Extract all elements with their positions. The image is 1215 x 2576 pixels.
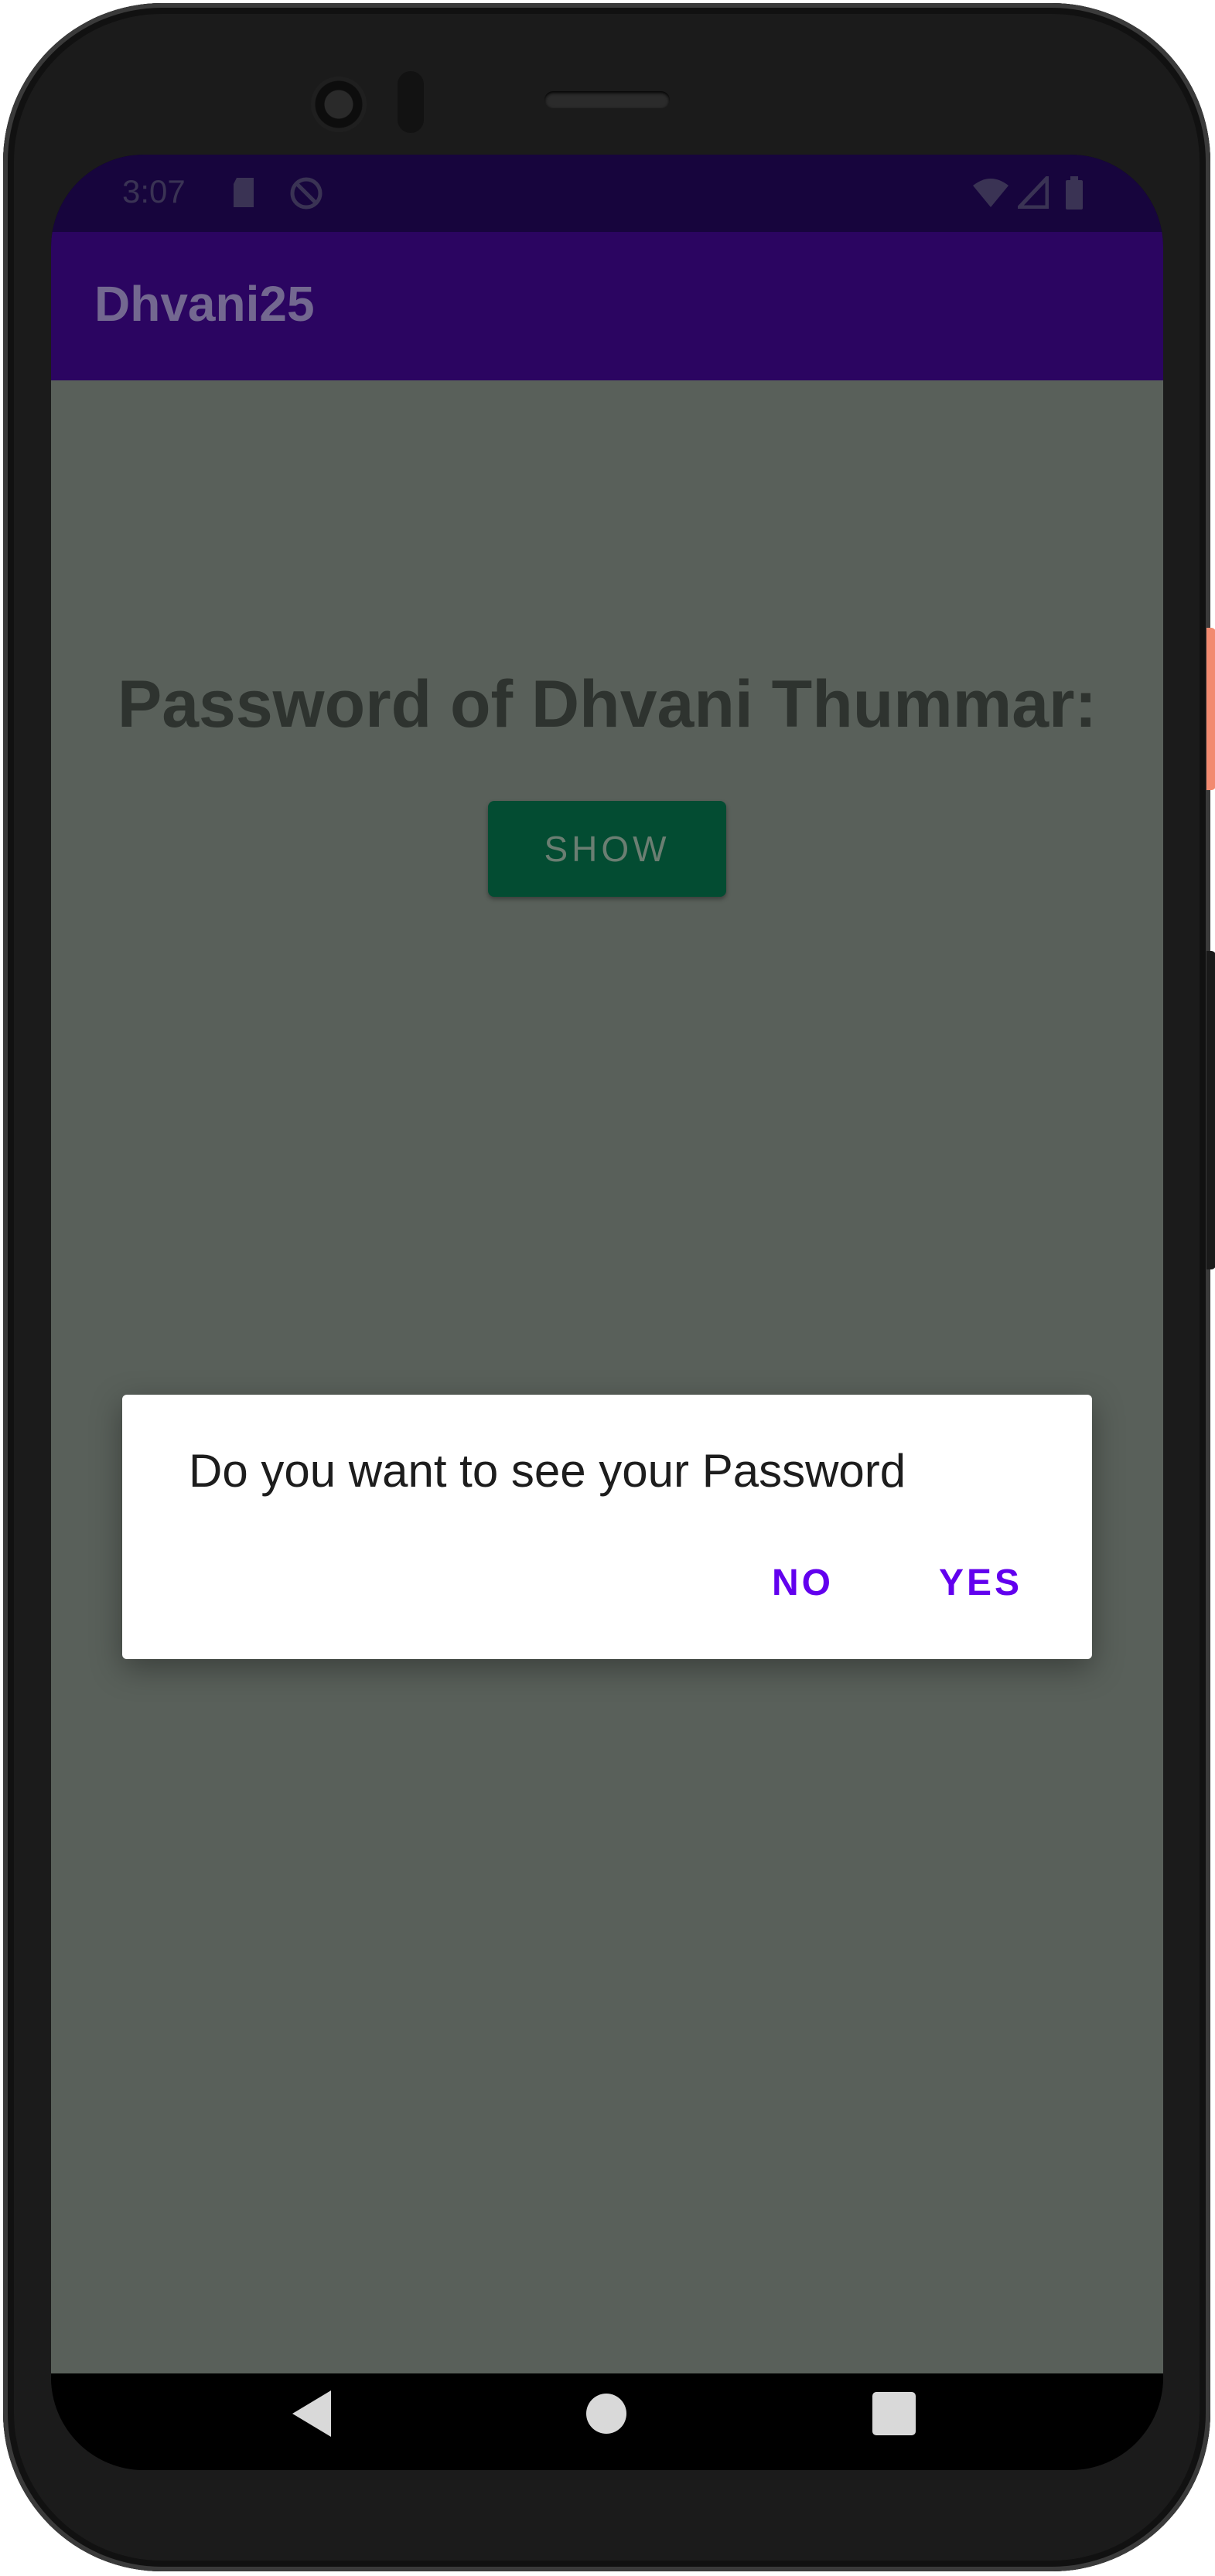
app-bar: Dhvani25: [51, 232, 1163, 380]
status-bar: 3:07: [51, 155, 1163, 232]
wifi-icon: [971, 176, 1010, 209]
volume-button[interactable]: [1206, 951, 1215, 1269]
battery-icon: [1064, 176, 1084, 210]
home-icon[interactable]: [586, 2394, 626, 2434]
recents-icon[interactable]: [872, 2392, 916, 2435]
password-heading: Password of Dhvani Thummar:: [117, 667, 1097, 741]
screen: 3:07 Dhvani25 Password of Dhvani Thummar…: [51, 155, 1163, 2470]
do-not-disturb-icon: [289, 176, 323, 210]
status-time: 3:07: [122, 173, 186, 210]
back-icon[interactable]: [292, 2390, 331, 2437]
front-camera-icon: [311, 77, 367, 132]
navigation-bar: [51, 2373, 1163, 2470]
dialog-message: Do you want to see your Password: [189, 1445, 906, 1497]
earpiece-speaker: [544, 91, 670, 108]
phone-frame: 3:07 Dhvani25 Password of Dhvani Thummar…: [3, 3, 1215, 2571]
dialog-yes-button[interactable]: YES: [939, 1552, 1022, 1614]
cell-signal-icon: [1015, 172, 1049, 210]
confirm-dialog: Do you want to see your Password NO YES: [122, 1395, 1092, 1659]
top-bezel: [3, 3, 1210, 158]
main-content: Password of Dhvani Thummar: SHOW Do you …: [51, 380, 1163, 2373]
power-button[interactable]: [1206, 628, 1215, 790]
sd-card-icon: [230, 176, 257, 209]
dialog-no-button[interactable]: NO: [772, 1552, 834, 1614]
app-title: Dhvani25: [94, 276, 315, 332]
sensor-icon: [398, 71, 424, 133]
show-button[interactable]: SHOW: [488, 801, 726, 897]
